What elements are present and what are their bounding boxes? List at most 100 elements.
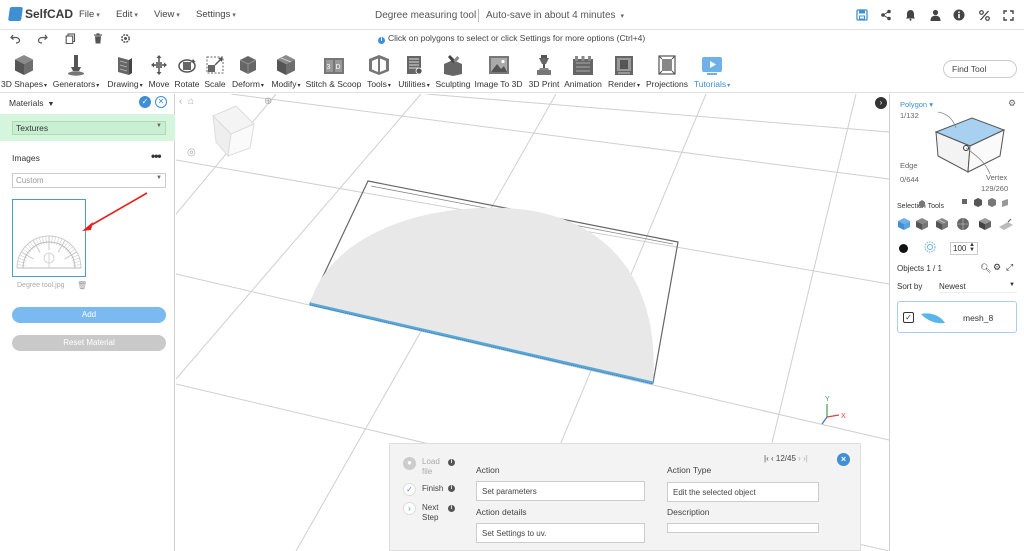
first-step-icon[interactable]: |‹ [764,454,769,463]
select-solid-icon[interactable] [978,217,992,231]
home-icon[interactable]: ⌂ [188,96,194,107]
polygon-label: Polygon [900,100,928,109]
edge-label[interactable]: Edge [900,161,918,170]
description-field[interactable] [667,523,819,533]
brush-color-swatch[interactable] [899,244,908,253]
info-icon[interactable] [952,8,966,22]
selection-mode-cube[interactable] [930,108,1010,176]
object-visibility-checkbox[interactable]: ✓ [903,312,914,323]
selection-mini-toolbar[interactable] [960,197,1010,209]
polygon-mode[interactable]: Polygon ▾ [900,100,933,109]
percent-icon[interactable] [977,8,991,22]
animation-icon [572,52,594,76]
user-icon[interactable] [928,8,942,22]
load-file-step-icon: ● [403,457,416,470]
action-field[interactable]: Set parameters [476,481,645,501]
tool-utilities[interactable]: Utilities [396,47,432,93]
pin-icon[interactable]: ⊕ [264,96,272,107]
tool-drawing[interactable]: Drawing [106,47,144,93]
brush-softness-icon[interactable] [924,241,936,253]
share-icon[interactable] [879,8,893,22]
chevron-right-icon[interactable]: › [875,97,887,109]
tool-label: Generators [53,79,100,89]
tool-3d-shapes[interactable]: 3D Shapes [1,47,47,93]
trash-icon[interactable] [92,32,104,44]
close-tutorial-icon[interactable]: × [837,453,850,466]
sort-select[interactable]: Newest ▼ [939,280,1017,293]
info-icon[interactable]: i [448,485,455,492]
main-toolbar: 3D Shapes Generators Drawing Move Rotate… [0,47,1024,93]
polygon-count: 1/132 [900,111,919,120]
find-tool-input[interactable]: Find Tool [943,60,1017,78]
tool-stitch-scoop[interactable]: 3D Stitch & Scoop [305,47,362,93]
expand-arrows-icon[interactable]: ⤢ [1006,262,1013,273]
select-sphere-icon[interactable] [956,217,970,231]
tool-tutorials[interactable]: Tutorials [690,47,734,93]
tool-projections[interactable]: Projections [645,47,689,93]
tutorial-panel: ● Load file i ✓ Finish i › Next Step i A… [389,443,861,551]
redo-icon[interactable] [36,32,48,44]
tool-animation[interactable]: Animation [562,47,604,93]
action-details-field[interactable]: Set Settings to uv. [476,523,645,543]
scale-icon [204,52,226,76]
tool-deform[interactable]: Deform [229,47,267,93]
generators-icon [65,52,87,76]
menu-view[interactable]: View [154,9,180,20]
object-list-item[interactable]: ✓ mesh_8 [897,301,1017,333]
chevron-left-icon[interactable]: ‹ [179,96,182,107]
target-icon[interactable]: ◎ [187,147,196,158]
info-icon[interactable]: i [448,505,455,512]
selfcad-logo[interactable]: SelfCAD [8,7,73,21]
menu-edit[interactable]: Edit [116,9,138,20]
undo-icon[interactable] [9,32,21,44]
tools-icon [368,52,390,76]
select-brush-icon[interactable] [915,217,929,231]
degree-tool-mesh[interactable] [309,180,679,385]
svg-text:X: X [841,413,846,420]
select-plane-icon[interactable] [998,217,1013,231]
tool-generators[interactable]: Generators [52,47,100,93]
selection-panel: › Polygon ▾ 1/132 Edge 0/644 Vertex 129/… [875,94,1024,551]
tool-render[interactable]: Render [606,47,642,93]
tool-modify[interactable]: Modify [268,47,304,93]
menu-settings[interactable]: Settings [196,9,236,20]
tool-3d-print[interactable]: 3D Print [526,47,562,93]
action-type-field[interactable]: Edit the selected object [667,482,819,502]
step-load-file: Load file [422,457,440,476]
tool-image-to-3d[interactable]: Image To 3D [474,47,523,93]
tool-tools[interactable]: Tools [364,47,394,93]
brush-size-input[interactable]: 100 ▲ ▼ [950,242,978,255]
select-cube-icon[interactable] [897,217,911,231]
next-step-icon[interactable]: › [798,454,801,463]
sort-select-value: Newest [939,282,966,291]
prev-step-icon[interactable]: ‹ [771,454,774,463]
info-icon[interactable]: i [448,459,455,466]
search-icon[interactable]: 🔍︎ [980,263,991,274]
title-divider [478,9,479,22]
autosave-status[interactable]: Auto-save in about 4 minutes [486,10,624,21]
stepper-arrows-icon[interactable]: ▲ ▼ [969,242,975,253]
step-next[interactable]: Next Step [422,503,442,523]
tool-scale[interactable]: Scale [203,47,227,93]
save-icon[interactable] [855,8,869,22]
tool-move[interactable]: Move [147,47,171,93]
next-step-chevron-icon[interactable]: › [403,502,416,515]
expand-icon[interactable] [1001,8,1015,22]
tool-sculpting[interactable]: Sculpting [433,47,473,93]
copy-icon[interactable] [64,32,76,44]
settings-cog-icon[interactable] [119,32,131,44]
bell-icon[interactable] [903,8,917,22]
view-cube[interactable] [212,105,255,158]
annotation-arrow [82,192,148,231]
settings-gear-icon[interactable]: ⚙ [993,262,1001,273]
hint-text: i Click on polygons to select or click Se… [378,33,645,44]
image-to-3d-icon [488,52,510,76]
document-title[interactable]: Degree measuring tool [375,10,476,21]
select-box-icon[interactable] [935,217,949,231]
modify-icon [275,52,297,76]
tool-rotate[interactable]: Rotate [173,47,201,93]
last-step-icon[interactable]: ›| [803,454,808,463]
hint-label: Click on polygons to select or click Set… [388,33,646,43]
tool-label: 3D Shapes [1,79,47,89]
menu-file[interactable]: File [79,9,100,20]
